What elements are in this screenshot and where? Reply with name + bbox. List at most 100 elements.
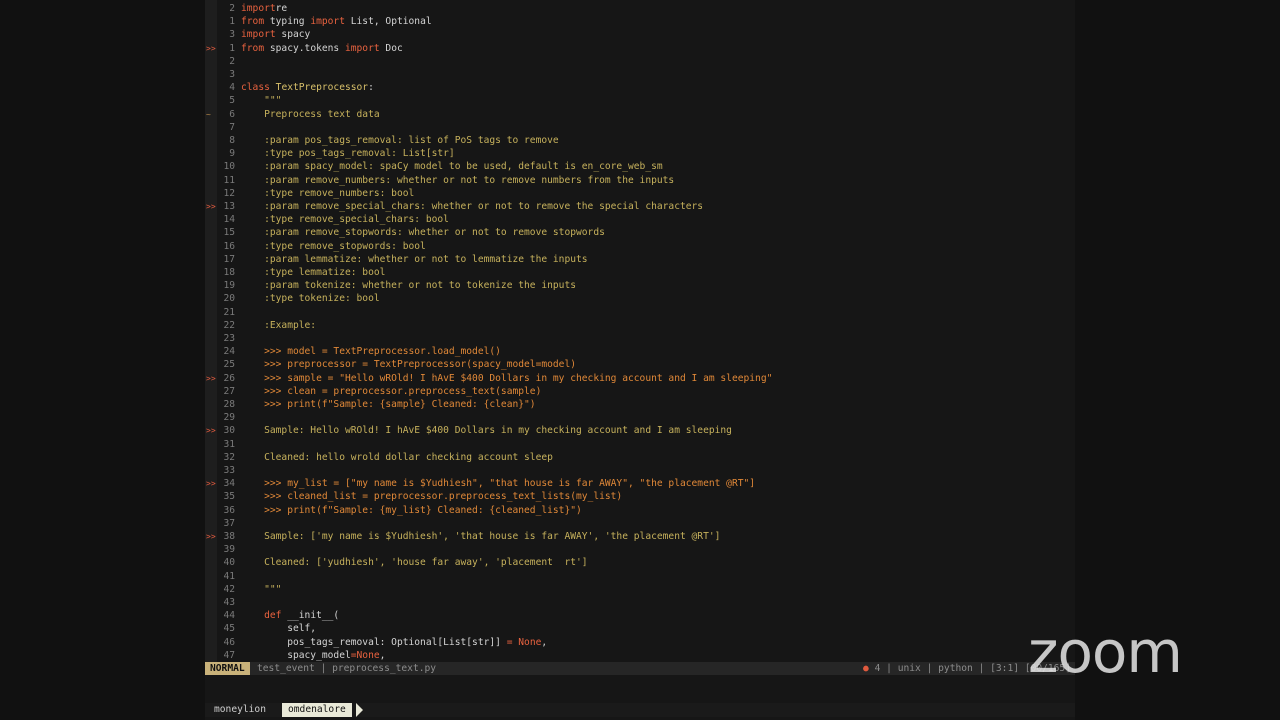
code-text: Sample: Hello wROld! I hAvE $400 Dollars… [241, 425, 732, 437]
code-line[interactable]: 4 class TextPreprocessor: [205, 81, 1075, 94]
code-line[interactable]: 23 [205, 332, 1075, 345]
code-text: Cleaned: ['yudhiesh', 'house far away', … [241, 557, 588, 569]
code-line[interactable]: 46 pos_tags_removal: Optional[List[str]]… [205, 636, 1075, 649]
code-line[interactable]: 42 """ [205, 583, 1075, 596]
code-line[interactable]: 2 importre [205, 2, 1075, 15]
code-line[interactable]: 39 [205, 543, 1075, 556]
code-line[interactable]: 35 >>> cleaned_list = preprocessor.prepr… [205, 490, 1075, 503]
code-text: :type lemmatize: bool [241, 267, 386, 278]
powerline-arrow-icon [356, 703, 363, 717]
code-line[interactable]: 27 >>> clean = preprocessor.preprocess_t… [205, 385, 1075, 398]
code-text: >>> cleaned_list = preprocessor.preproce… [241, 491, 623, 503]
code-line[interactable]: 37 [205, 517, 1075, 530]
git-sign: >> [206, 532, 216, 541]
code-editor[interactable]: 2 importre 1 from typing import List, Optio… [205, 2, 1075, 662]
code-line[interactable]: 12 :type remove_numbers: bool [205, 187, 1075, 200]
tmux-window-tab[interactable]: omdenalore [282, 703, 352, 717]
code-text: def __init__( [264, 610, 340, 622]
line-number: 15 [223, 227, 235, 239]
code-line[interactable]: 47 spacy_model=None, [205, 649, 1075, 662]
code-line[interactable]: 8 :param pos_tags_removal: list of PoS t… [205, 134, 1075, 147]
code-line[interactable]: 7 [205, 121, 1075, 134]
code-line[interactable]: >> 30 Sample: Hello wROld! I hAvE $400 Do… [205, 424, 1075, 437]
code-text: Preprocess text data [241, 108, 380, 120]
git-sign: >> [206, 426, 216, 436]
code-line[interactable]: >> 34 >>> my_list = ["my name is $Yudhies… [205, 477, 1075, 490]
line-number: 35 [223, 491, 235, 503]
line-number: 26 [223, 372, 235, 384]
code-line[interactable]: 15 :param remove_stopwords: whether or n… [205, 226, 1075, 239]
git-sign: ~ [206, 109, 211, 119]
code-line[interactable]: 40 Cleaned: ['yudhiesh', 'house far away… [205, 556, 1075, 569]
code-line[interactable]: >> 38 Sample: ['my name is $Yudhiesh', 't… [205, 530, 1075, 543]
code-line[interactable]: 29 [205, 411, 1075, 424]
code-line[interactable]: 43 [205, 596, 1075, 609]
line-number: 11 [223, 174, 235, 186]
code-line[interactable]: 25 >>> preprocessor = TextPreprocessor(s… [205, 358, 1075, 371]
line-number: 46 [223, 636, 235, 648]
code-line[interactable]: 9 :type pos_tags_removal: List[str] [205, 147, 1075, 160]
code-line[interactable]: 20 :type tokenize: bool [205, 292, 1075, 305]
code-text: class TextPreprocessor: [241, 82, 374, 94]
code-line[interactable]: 45 self, [205, 622, 1075, 635]
line-number: 41 [223, 570, 235, 582]
code-line[interactable]: 3 import spacy [205, 28, 1075, 41]
line-number: 21 [223, 306, 235, 318]
code-line[interactable]: 41 [205, 570, 1075, 583]
vim-statusline: NORMAL test_event | preprocess_text.py ●… [205, 662, 1075, 675]
code-line[interactable]: 32 Cleaned: hello wrold dollar checking … [205, 451, 1075, 464]
code-text: :param spacy_model: spaCy model to be us… [241, 161, 663, 173]
code-line[interactable]: 36 >>> print(f"Sample: {my_list} Cleaned… [205, 504, 1075, 517]
line-number: 9 [229, 148, 235, 160]
code-line[interactable]: 2 [205, 55, 1075, 68]
terminal-window[interactable]: 2 importre 1 from typing import List, Optio… [205, 0, 1075, 720]
code-text: >>> print(f"Sample: {sample} Cleaned: {c… [241, 399, 536, 410]
code-line[interactable]: 16 :type remove_stopwords: bool [205, 240, 1075, 253]
code-text: >>> clean = preprocessor.preprocess_text… [241, 385, 542, 397]
line-number: 3 [229, 29, 235, 41]
code-line[interactable]: 17 :param lemmatize: whether or not to l… [205, 253, 1075, 266]
line-number: 10 [223, 161, 235, 173]
code-line[interactable]: 19 :param tokenize: whether or not to to… [205, 279, 1075, 292]
line-number: 3 [229, 69, 235, 80]
code-text: import spacy [241, 29, 311, 41]
code-line[interactable]: 18 :type lemmatize: bool [205, 266, 1075, 279]
line-number: 39 [223, 544, 235, 556]
code-line[interactable]: >> 26 >>> sample = "Hello wROld! I hAvE $… [205, 372, 1075, 385]
code-line[interactable]: 11 :param remove_numbers: whether or not… [205, 174, 1075, 187]
code-line[interactable]: ~6 Preprocess text data [205, 108, 1075, 121]
code-line[interactable]: 5 """ [205, 94, 1075, 107]
code-line[interactable]: 28 >>> print(f"Sample: {sample} Cleaned:… [205, 398, 1075, 411]
line-number: 28 [223, 399, 235, 410]
code-line[interactable]: 3 [205, 68, 1075, 81]
line-number: 34 [223, 478, 235, 490]
line-number: 29 [223, 412, 235, 424]
git-sign: >> [206, 43, 216, 53]
code-text: from typing import List, Optional [241, 16, 432, 28]
code-text: :param remove_numbers: whether or not to… [241, 174, 675, 186]
code-text: :type remove_special_chars: bool [241, 214, 449, 226]
code-line[interactable]: 10 :param spacy_model: spaCy model to be… [205, 160, 1075, 173]
code-text: :param pos_tags_removal: list of PoS tag… [241, 135, 559, 146]
code-text: :param remove_stopwords: whether or not … [241, 227, 605, 239]
code-line[interactable]: >> 1 from spacy.tokens import Doc [205, 42, 1075, 55]
code-text: >>> sample = "Hello wROld! I hAvE $400 D… [241, 372, 773, 384]
tmux-session-name[interactable]: moneylion [209, 703, 271, 717]
code-line[interactable]: 44 def __init__( [205, 609, 1075, 622]
code-text: :type tokenize: bool [241, 293, 380, 305]
code-line[interactable]: 14 :type remove_special_chars: bool [205, 213, 1075, 226]
code-line[interactable]: 24 >>> model = TextPreprocessor.load_mod… [205, 345, 1075, 358]
line-number: 20 [223, 293, 235, 305]
code-text: from spacy.tokens import Doc [241, 42, 403, 54]
line-number: 23 [223, 333, 235, 344]
code-line[interactable]: 1 from typing import List, Optional [205, 15, 1075, 28]
code-line[interactable]: 22 :Example: [205, 319, 1075, 332]
line-number: 47 [223, 649, 235, 661]
code-line[interactable]: 21 [205, 306, 1075, 319]
code-text: importre [241, 3, 288, 14]
code-line[interactable]: 33 [205, 464, 1075, 477]
code-line[interactable]: >> 13 :param remove_special_chars: whethe… [205, 200, 1075, 213]
code-text: :type remove_numbers: bool [241, 187, 415, 199]
code-text: :Example: [241, 319, 317, 331]
code-line[interactable]: 31 [205, 438, 1075, 451]
